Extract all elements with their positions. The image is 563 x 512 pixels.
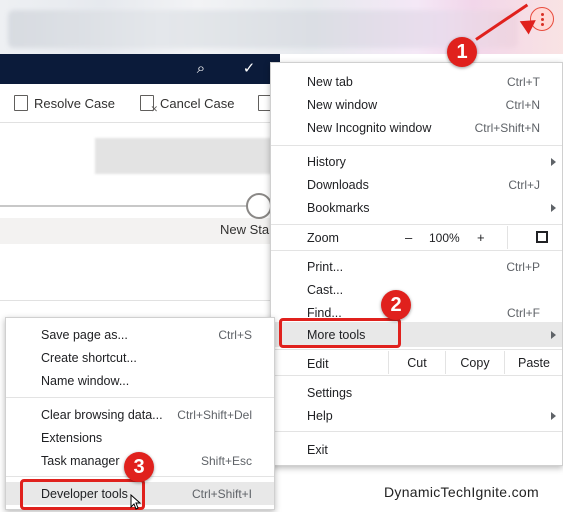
- form-section-divider: [0, 300, 280, 315]
- menu-separator: [271, 250, 562, 251]
- paste-button[interactable]: Paste: [504, 351, 563, 374]
- chevron-right-icon: [551, 203, 556, 212]
- watermark: DynamicTechIgnite.com: [384, 484, 539, 500]
- blurred-toolbar-content: [8, 10, 518, 48]
- stage-label[interactable]: New Sta: [220, 222, 269, 237]
- chevron-right-icon: [551, 411, 556, 420]
- kebab-icon: [540, 12, 544, 16]
- submenu-item-save-page[interactable]: Save page as... Ctrl+S: [6, 323, 274, 346]
- menu-item-zoom: Zoom – 100% +: [271, 226, 562, 249]
- search-icon[interactable]: ⌕: [192, 60, 210, 78]
- task-check-icon[interactable]: ✓: [240, 60, 258, 78]
- menu-item-new-tab[interactable]: New tab Ctrl+T: [271, 70, 562, 93]
- submenu-item-extensions[interactable]: Extensions: [6, 426, 274, 449]
- menu-separator: [271, 224, 562, 225]
- menu-item-new-incognito-window[interactable]: New Incognito window Ctrl+Shift+N: [271, 116, 562, 139]
- process-line: [0, 205, 265, 207]
- chevron-right-icon: [551, 330, 556, 339]
- document-icon: [14, 95, 28, 111]
- highlight-developer-tools: [20, 479, 145, 510]
- step-badge-2: 2: [381, 290, 411, 320]
- submenu-item-name-window[interactable]: Name window...: [6, 369, 274, 392]
- menu-item-print[interactable]: Print... Ctrl+P: [271, 255, 562, 278]
- menu-item-settings[interactable]: Settings: [271, 381, 562, 404]
- browser-toolbar: [0, 0, 563, 54]
- copy-button[interactable]: Copy: [445, 351, 504, 374]
- menu-item-cast[interactable]: Cast...: [271, 278, 562, 301]
- menu-separator: [271, 431, 562, 432]
- zoom-level: 100%: [429, 230, 460, 245]
- menu-item-help[interactable]: Help: [271, 404, 562, 427]
- resolve-case-button[interactable]: Resolve Case: [14, 95, 115, 111]
- chrome-main-menu: New tab Ctrl+T New window Ctrl+N New Inc…: [270, 62, 563, 466]
- menu-item-edit: Edit Cut Copy Paste: [271, 351, 563, 375]
- menu-item-downloads[interactable]: Downloads Ctrl+J: [271, 173, 562, 196]
- menu-item-bookmarks[interactable]: Bookmarks: [271, 196, 562, 219]
- zoom-out-button[interactable]: –: [405, 230, 412, 245]
- menu-item-new-window[interactable]: New window Ctrl+N: [271, 93, 562, 116]
- stage-node[interactable]: [246, 193, 272, 219]
- step-badge-3: 3: [124, 452, 154, 482]
- menu-separator: [6, 397, 274, 398]
- cancel-document-icon: [140, 95, 158, 115]
- submenu-item-clear-browsing-data[interactable]: Clear browsing data... Ctrl+Shift+Del: [6, 403, 274, 426]
- menu-separator: [271, 145, 562, 146]
- fullscreen-icon[interactable]: [536, 231, 548, 243]
- menu-item-exit[interactable]: Exit: [271, 438, 562, 461]
- mouse-cursor-icon: [130, 494, 142, 510]
- app-header: ⌕ ✓: [0, 54, 280, 84]
- cut-button[interactable]: Cut: [388, 351, 445, 374]
- command-bar: Resolve Case Cancel Case: [0, 84, 280, 123]
- submenu-item-create-shortcut[interactable]: Create shortcut...: [6, 346, 274, 369]
- chevron-right-icon: [551, 157, 556, 166]
- menu-separator: [271, 375, 562, 376]
- step-badge-1: 1: [447, 37, 477, 67]
- cancel-case-button[interactable]: Cancel Case: [140, 95, 234, 115]
- zoom-in-button[interactable]: +: [477, 230, 485, 245]
- menu-item-history[interactable]: History: [271, 150, 562, 173]
- blurred-record-title: [95, 138, 275, 174]
- menu-separator: [271, 349, 562, 350]
- highlight-more-tools: [279, 318, 401, 348]
